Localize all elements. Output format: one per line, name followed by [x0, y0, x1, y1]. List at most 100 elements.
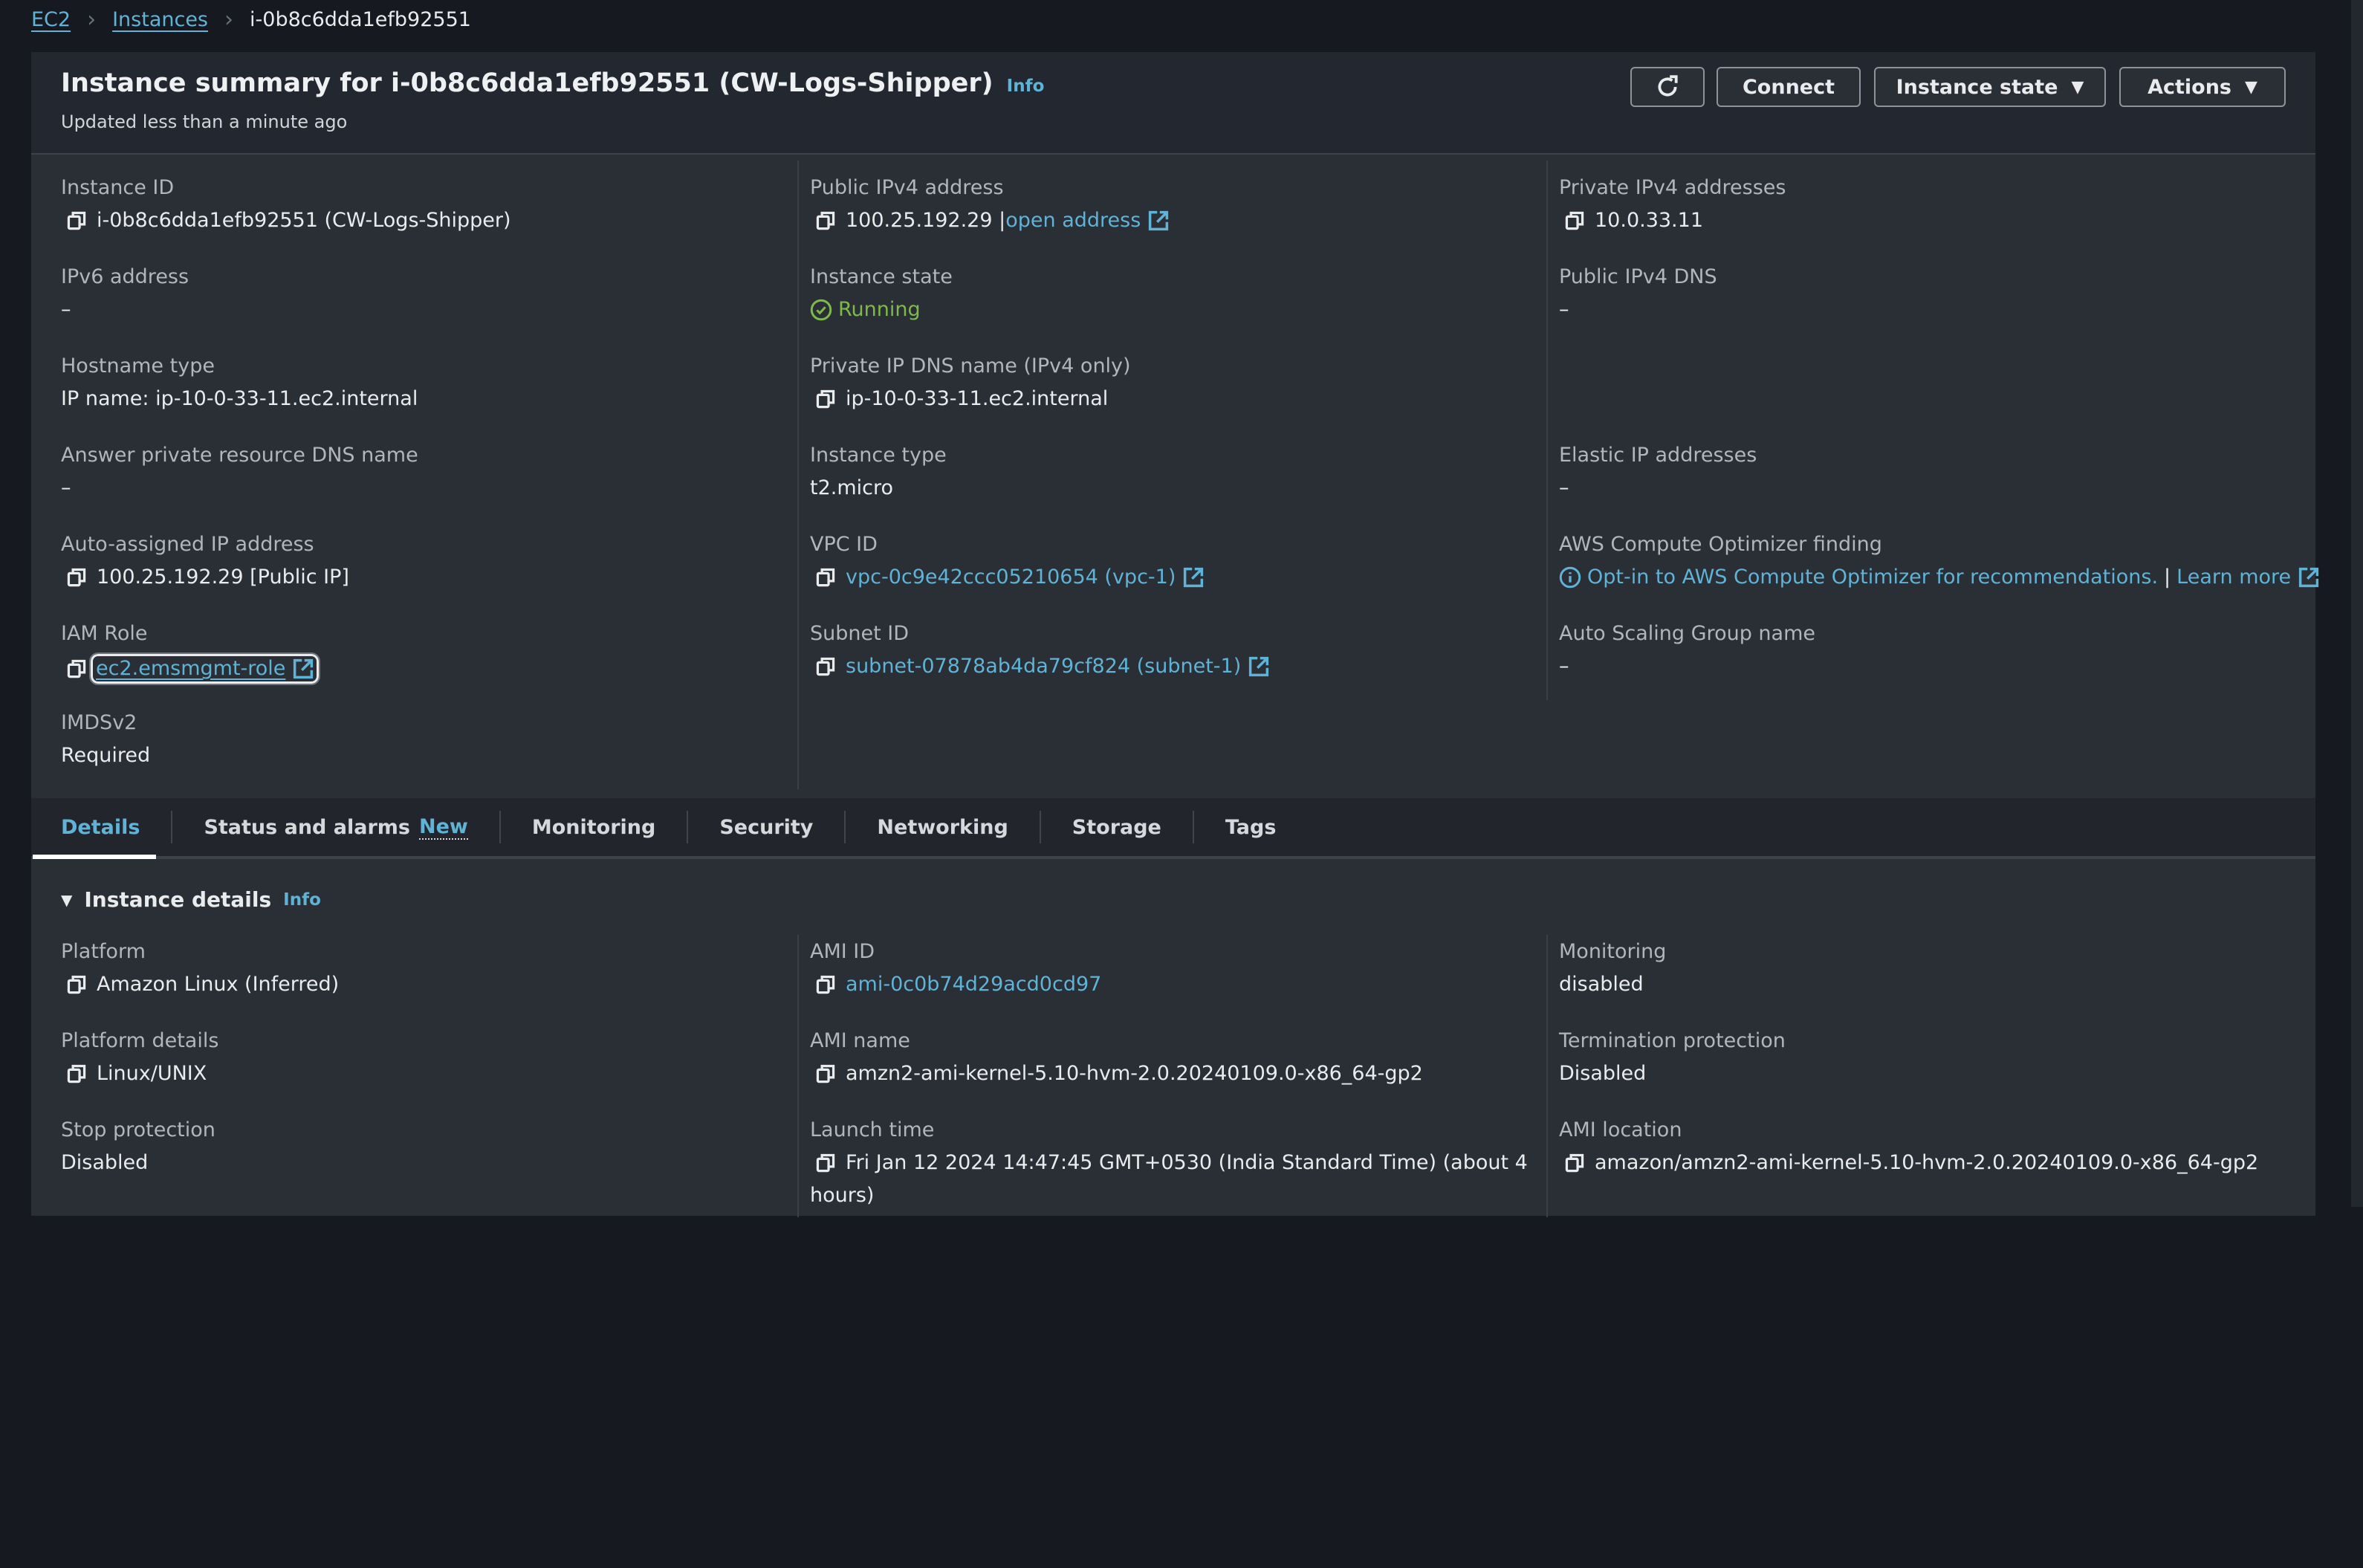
instance-state-dropdown[interactable]: Instance state ▼ [1874, 67, 2106, 107]
field-label: Launch time [810, 1118, 935, 1141]
field-value: – [1559, 655, 1569, 678]
tab-label: Tags [1225, 815, 1277, 839]
connect-button[interactable]: Connect [1717, 67, 1861, 107]
status-badge: Running [810, 297, 953, 323]
details-column-2: AMI ID ami-0c0b74d29acd0cd97 AMI name am… [810, 929, 1546, 1568]
field-hostname-type: Hostname type IP name: ip-10-0-33-11.ec2… [61, 354, 418, 412]
field-answer-dns: Answer private resource DNS name – [61, 443, 418, 501]
copy-icon[interactable] [67, 658, 86, 679]
tab-security[interactable]: Security [687, 811, 844, 843]
field-elastic-ip: Elastic IP addresses – [1559, 443, 1757, 501]
copy-icon[interactable] [816, 1153, 835, 1173]
field-label: VPC ID [810, 533, 878, 556]
copy-icon[interactable] [816, 1063, 835, 1084]
tab-label: Networking [877, 815, 1008, 839]
copy-icon[interactable] [816, 656, 835, 677]
info-circle-icon [1559, 566, 1581, 589]
copy-icon[interactable] [816, 974, 835, 995]
field-label: Answer private resource DNS name [61, 444, 418, 467]
open-address-link[interactable]: open address [1005, 208, 1141, 233]
field-value: – [61, 298, 71, 321]
copy-icon[interactable] [1565, 1153, 1584, 1173]
field-instance-state: Instance state Running [810, 265, 953, 323]
external-link-icon[interactable] [1148, 210, 1169, 231]
field-label: Elastic IP addresses [1559, 444, 1757, 467]
field-compute-optimizer: AWS Compute Optimizer finding Opt-in to … [1559, 532, 2319, 590]
tab-label: Status and alarms [204, 815, 410, 839]
tab-networking[interactable]: Networking [844, 811, 1039, 843]
field-value: amzn2-ami-kernel-5.10-hvm-2.0.20240109.0… [846, 1062, 1423, 1085]
copy-icon[interactable] [816, 210, 835, 231]
field-private-ipv4: Private IPv4 addresses 10.0.33.11 [1559, 175, 1786, 233]
copy-icon[interactable] [1565, 210, 1584, 231]
tab-monitoring[interactable]: Monitoring [499, 811, 687, 843]
field-label: Public IPv4 address [810, 176, 1004, 199]
caret-down-icon: ▼ [2244, 77, 2257, 97]
separator: | [999, 209, 1006, 232]
instance-details-toggle[interactable]: ▼ Instance details Info [61, 887, 321, 912]
title-text: Instance summary for i-0b8c6dda1efb92551… [61, 68, 994, 98]
field-label: IPv6 address [61, 265, 189, 288]
separator: | [2164, 566, 2171, 589]
tab-details[interactable]: Details [31, 811, 171, 843]
copy-icon[interactable] [816, 567, 835, 588]
field-ami-id: AMI ID ami-0c0b74d29acd0cd97 [810, 939, 1101, 997]
tab-storage[interactable]: Storage [1039, 811, 1193, 843]
iam-role-text: ec2.emsmgmt-role [96, 657, 286, 680]
summary-column-3: Private IPv4 addresses 10.0.33.11 Public… [1559, 155, 2302, 794]
breadcrumb-instances-link[interactable]: Instances [112, 8, 208, 31]
breadcrumb: EC2 › Instances › i-0b8c6dda1efb92551 [31, 4, 471, 34]
field-vpc-id: VPC ID vpc-0c9e42ccc05210654 (vpc-1) [810, 532, 1204, 590]
tab-tags[interactable]: Tags [1192, 811, 1308, 843]
summary-column-1: Instance ID i-0b8c6dda1efb92551 (CW-Logs… [61, 155, 797, 794]
field-stop-protection: Stop protection Disabled [61, 1118, 215, 1176]
field-value: t2.micro [810, 476, 894, 499]
column-divider [797, 935, 799, 1217]
field-label: Instance type [810, 444, 947, 467]
field-value: ip-10-0-33-11.ec2.internal [846, 387, 1109, 410]
field-label: Auto Scaling Group name [1559, 622, 1815, 645]
external-link-icon [293, 658, 314, 679]
info-link[interactable]: Info [283, 890, 321, 910]
external-link-icon[interactable] [1183, 567, 1204, 588]
column-divider [797, 161, 799, 789]
field-label: Public IPv4 DNS [1559, 265, 1717, 288]
subnet-link[interactable]: subnet-07878ab4da79cf824 (subnet-1) [846, 654, 1241, 679]
scrollbar[interactable] [2351, 0, 2363, 1207]
copy-icon[interactable] [67, 974, 86, 995]
actions-dropdown[interactable]: Actions ▼ [2119, 67, 2286, 107]
vpc-link[interactable]: vpc-0c9e42ccc05210654 (vpc-1) [846, 565, 1176, 590]
connect-label: Connect [1742, 75, 1835, 99]
info-link[interactable]: Info [1007, 77, 1045, 96]
field-label: Platform [61, 940, 146, 963]
external-link-icon[interactable] [2298, 567, 2319, 588]
field-value: – [61, 476, 71, 499]
field-label: Subnet ID [810, 622, 910, 645]
field-platform-details: Platform details Linux/UNIX [61, 1028, 218, 1086]
copy-icon[interactable] [67, 1063, 86, 1084]
ami-id-link[interactable]: ami-0c0b74d29acd0cd97 [846, 972, 1101, 997]
instance-state-label: Instance state [1896, 75, 2058, 99]
learn-more-link[interactable]: Learn more [2176, 565, 2291, 590]
instance-details-section: ▼ Instance details Info Platform Amazon … [31, 859, 2315, 1217]
tab-status-and-alarms[interactable]: Status and alarms New [171, 811, 499, 843]
refresh-icon [1658, 75, 1678, 97]
updated-status: Updated less than a minute ago [61, 111, 348, 132]
field-value: Disabled [61, 1151, 149, 1174]
chevron-right-icon: › [224, 6, 234, 33]
new-badge: New [419, 814, 468, 840]
breadcrumb-ec2-link[interactable]: EC2 [31, 8, 71, 31]
tab-label: Monitoring [531, 815, 656, 839]
optimizer-opt-in-link[interactable]: Opt-in to AWS Compute Optimizer for reco… [1587, 565, 2158, 590]
refresh-button[interactable] [1630, 67, 1705, 107]
field-value: 100.25.192.29 [846, 209, 993, 232]
iam-role-link[interactable]: ec2.emsmgmt-role [88, 652, 321, 685]
external-link-icon[interactable] [1248, 656, 1269, 677]
instance-panel: Instance summary for i-0b8c6dda1efb92551… [31, 52, 2315, 1217]
copy-icon[interactable] [67, 567, 86, 588]
field-monitoring: Monitoring disabled [1559, 939, 1666, 997]
field-value: Required [61, 744, 151, 767]
field-ami-name: AMI name amzn2-ami-kernel-5.10-hvm-2.0.2… [810, 1028, 1423, 1086]
copy-icon[interactable] [67, 210, 86, 231]
copy-icon[interactable] [816, 389, 835, 409]
